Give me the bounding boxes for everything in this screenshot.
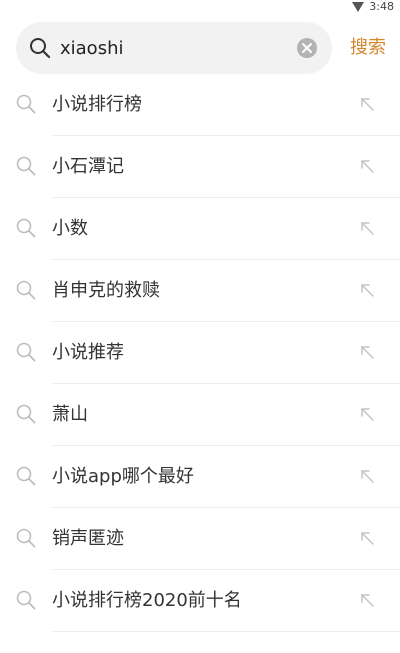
suggestion-list: 小说排行榜 小石潭记 小数 肖申克的救赎 小说推荐 萧山 小说app哪个最好 销… (0, 74, 400, 632)
arrow-up-left-icon[interactable] (359, 406, 375, 422)
search-icon (16, 404, 36, 424)
suggestion-item[interactable]: 小数 (0, 198, 400, 260)
arrow-up-left-icon[interactable] (359, 344, 375, 360)
divider (52, 631, 400, 632)
clear-icon[interactable] (296, 37, 318, 59)
arrow-up-left-icon[interactable] (359, 282, 375, 298)
search-icon (16, 590, 36, 610)
suggestion-item[interactable]: 小说推荐 (0, 322, 400, 384)
arrow-up-left-icon[interactable] (359, 158, 375, 174)
signal-icon (352, 2, 364, 12)
search-icon (16, 528, 36, 548)
suggestion-label: 销声匿迹 (52, 528, 124, 549)
arrow-up-left-icon[interactable] (359, 96, 375, 112)
arrow-up-left-icon[interactable] (359, 530, 375, 546)
arrow-up-left-icon[interactable] (359, 468, 375, 484)
suggestion-item[interactable]: 小说app哪个最好 (0, 446, 400, 508)
suggestion-label: 小说排行榜 (52, 94, 142, 115)
search-icon (16, 218, 36, 238)
suggestion-item[interactable]: 萧山 (0, 384, 400, 446)
suggestion-item[interactable]: 小说排行榜2020前十名 (0, 570, 400, 632)
suggestion-label: 小说排行榜2020前十名 (52, 590, 242, 611)
suggestion-label: 小石潭记 (52, 156, 124, 177)
search-icon (16, 156, 36, 176)
suggestion-item[interactable]: 肖申克的救赎 (0, 260, 400, 322)
suggestion-item[interactable]: 小说排行榜 (0, 74, 400, 136)
search-input[interactable] (60, 34, 290, 62)
search-icon (16, 94, 36, 114)
search-bar[interactable] (16, 22, 332, 74)
suggestion-label: 小说推荐 (52, 342, 124, 363)
search-icon (16, 280, 36, 300)
status-bar: 3:48 (0, 0, 400, 16)
suggestion-item[interactable]: 销声匿迹 (0, 508, 400, 570)
search-icon (16, 342, 36, 362)
search-icon (30, 38, 51, 59)
status-time: 3:48 (369, 0, 394, 13)
suggestion-label: 小数 (52, 218, 88, 239)
suggestion-item[interactable]: 小石潭记 (0, 136, 400, 198)
arrow-up-left-icon[interactable] (359, 220, 375, 236)
search-button[interactable]: 搜索 (344, 34, 392, 62)
suggestion-label: 萧山 (52, 404, 88, 425)
arrow-up-left-icon[interactable] (359, 592, 375, 608)
search-icon (16, 466, 36, 486)
suggestion-label: 肖申克的救赎 (52, 280, 160, 301)
suggestion-label: 小说app哪个最好 (52, 466, 194, 487)
